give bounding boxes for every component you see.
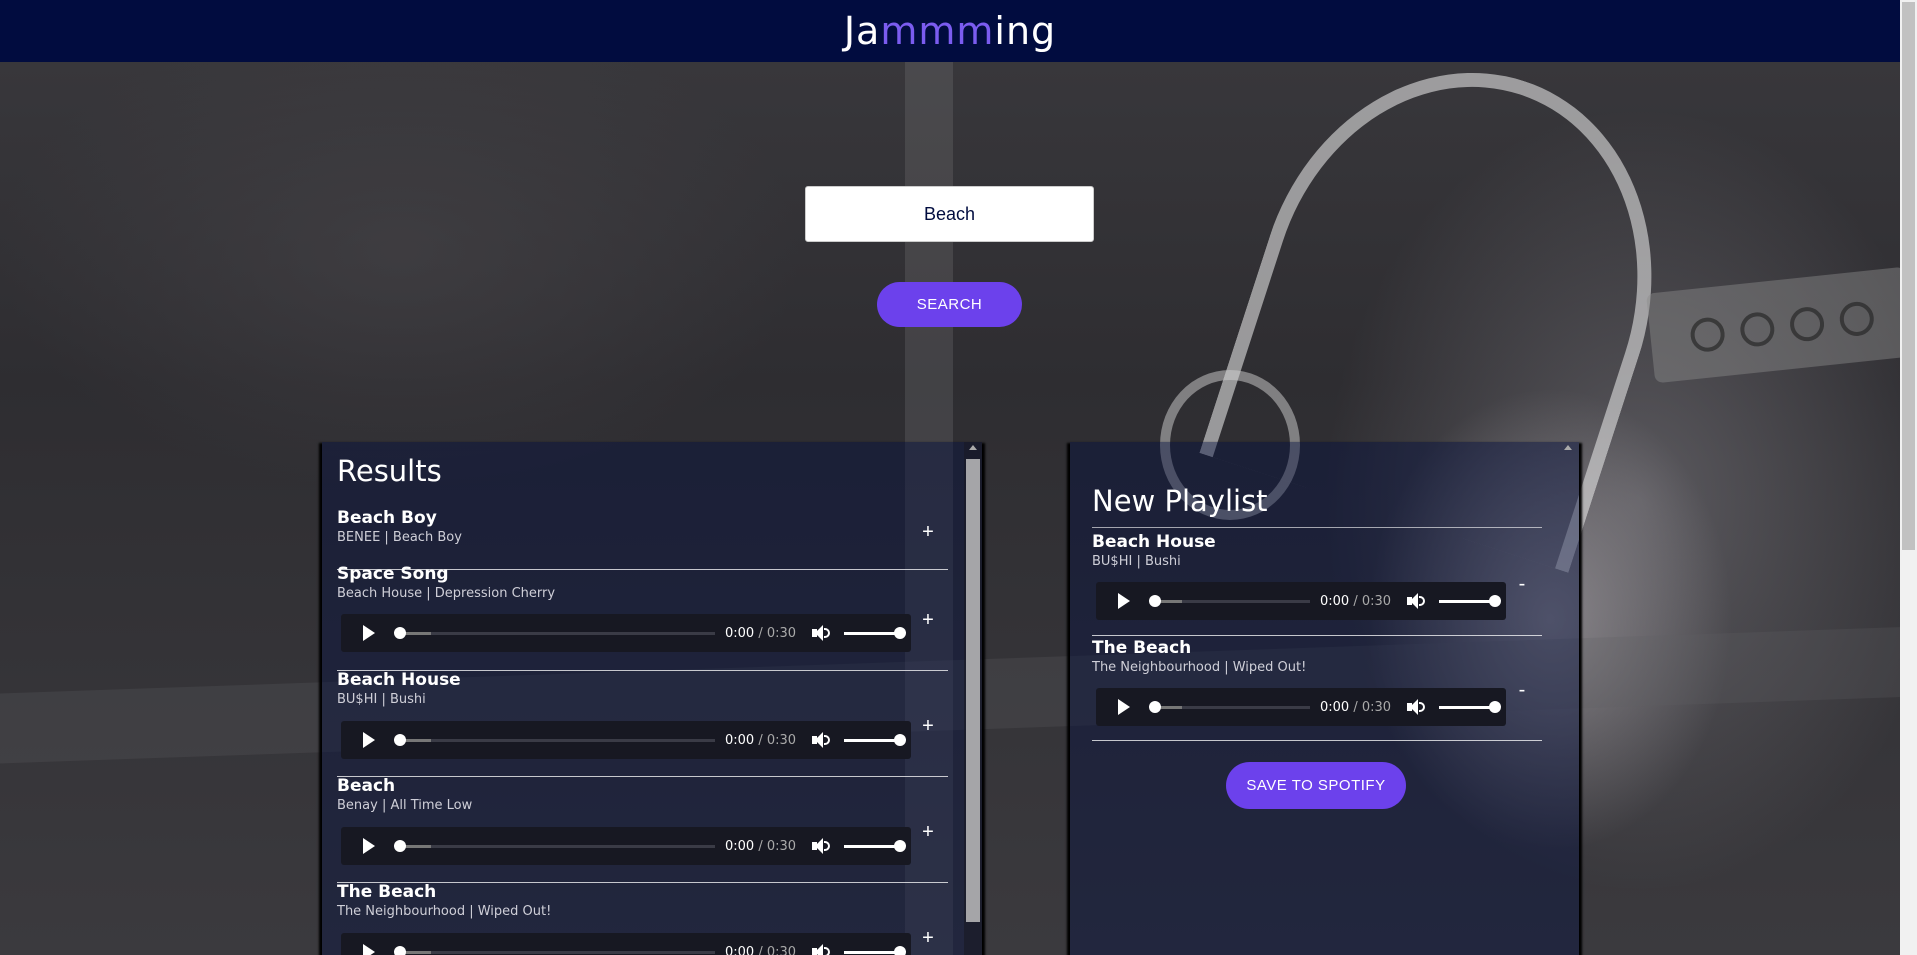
scroll-up-icon[interactable] <box>1564 445 1572 450</box>
track-name: Space Song <box>337 564 449 584</box>
audio-preview-player: 0:00 / 0:30 <box>341 933 911 955</box>
seek-slider[interactable] <box>1149 594 1310 607</box>
volume-icon[interactable] <box>1407 593 1426 609</box>
app-logo: Jammming <box>843 9 1057 53</box>
play-icon[interactable] <box>363 732 375 748</box>
playlist-title[interactable]: New Playlist <box>1092 484 1268 518</box>
volume-icon[interactable] <box>812 944 831 955</box>
volume-icon[interactable] <box>1407 699 1426 715</box>
page-scrollbar-thumb[interactable] <box>1902 2 1915 550</box>
track-name: The Beach <box>1092 638 1192 658</box>
search-input[interactable] <box>805 186 1094 242</box>
remove-track-button[interactable]: - <box>1512 574 1532 594</box>
track-info: BU$HI | Bushi <box>1092 554 1181 569</box>
scroll-up-icon[interactable] <box>969 445 977 450</box>
search-button[interactable]: SEARCH <box>877 282 1022 327</box>
volume-slider[interactable] <box>844 626 907 639</box>
volume-slider[interactable] <box>1439 594 1502 607</box>
add-track-button[interactable]: + <box>918 928 938 948</box>
volume-icon[interactable] <box>812 625 831 641</box>
time-display: 0:00 / 0:30 <box>1320 699 1392 715</box>
track-name: Beach <box>337 776 396 796</box>
playlist-panel: New Playlist Beach House BU$HI | Bushi -… <box>1070 442 1579 955</box>
audio-preview-player: 0:00 / 0:30 <box>341 827 911 865</box>
add-track-button[interactable]: + <box>918 716 938 736</box>
track-name: Beach House <box>1092 532 1216 552</box>
play-icon[interactable] <box>1118 593 1130 609</box>
result-track: Beach Benay | All Time Low + 0:00 / 0:30 <box>337 776 948 883</box>
play-icon[interactable] <box>363 944 375 955</box>
track-name: Beach House <box>337 670 461 690</box>
track-info: Beach House | Depression Cherry <box>337 586 556 601</box>
play-icon[interactable] <box>1118 699 1130 715</box>
playlist-track: Beach House BU$HI | Bushi - 0:00 / 0:30 <box>1092 532 1542 636</box>
page-scrollbar[interactable] <box>1900 0 1917 955</box>
playlist-track: The Beach The Neighbourhood | Wiped Out!… <box>1092 638 1542 741</box>
result-track: Beach Boy BENEE | Beach Boy + <box>337 508 948 570</box>
audio-preview-player: 0:00 / 0:30 <box>1096 582 1506 620</box>
seek-slider[interactable] <box>394 945 715 955</box>
play-icon[interactable] <box>363 625 375 641</box>
add-track-button[interactable]: + <box>918 610 938 630</box>
seek-slider[interactable] <box>394 626 715 639</box>
remove-track-button[interactable]: - <box>1512 680 1532 700</box>
track-info: The Neighbourhood | Wiped Out! <box>1092 660 1307 675</box>
result-track: Space Song Beach House | Depression Cher… <box>337 564 948 671</box>
divider <box>1092 527 1542 528</box>
result-track: Beach House BU$HI | Bushi + 0:00 / 0:30 <box>337 670 948 777</box>
seek-slider[interactable] <box>394 839 715 852</box>
volume-slider[interactable] <box>844 839 907 852</box>
time-display: 0:00 / 0:30 <box>725 625 797 641</box>
volume-icon[interactable] <box>812 732 831 748</box>
audio-preview-player: 0:00 / 0:30 <box>1096 688 1506 726</box>
results-scrollbar-thumb[interactable] <box>966 459 980 922</box>
time-display: 0:00 / 0:30 <box>725 732 797 748</box>
results-scrollbar[interactable] <box>964 442 982 955</box>
add-track-button[interactable]: + <box>918 522 938 542</box>
volume-slider[interactable] <box>844 945 907 955</box>
time-display: 0:00 / 0:30 <box>725 838 797 854</box>
time-display: 0:00 / 0:30 <box>1320 593 1392 609</box>
volume-slider[interactable] <box>844 733 907 746</box>
add-track-button[interactable]: + <box>918 822 938 842</box>
results-panel: Results Beach Boy BENEE | Beach Boy + Sp… <box>322 442 982 955</box>
track-info: Benay | All Time Low <box>337 798 473 813</box>
audio-preview-player: 0:00 / 0:30 <box>341 614 911 652</box>
time-display: 0:00 / 0:30 <box>725 944 797 955</box>
results-title: Results <box>337 454 442 488</box>
save-to-spotify-button[interactable]: SAVE TO SPOTIFY <box>1226 762 1406 809</box>
track-name: The Beach <box>337 882 437 902</box>
app-header: Jammming <box>0 0 1900 62</box>
volume-icon[interactable] <box>812 838 831 854</box>
volume-slider[interactable] <box>1439 700 1502 713</box>
track-info: BENEE | Beach Boy <box>337 530 462 545</box>
play-icon[interactable] <box>363 838 375 854</box>
result-track: The Beach The Neighbourhood | Wiped Out!… <box>337 882 948 955</box>
track-name: Beach Boy <box>337 508 437 528</box>
track-info: BU$HI | Bushi <box>337 692 426 707</box>
audio-preview-player: 0:00 / 0:30 <box>341 721 911 759</box>
track-info: The Neighbourhood | Wiped Out! <box>337 904 552 919</box>
seek-slider[interactable] <box>1149 700 1310 713</box>
seek-slider[interactable] <box>394 733 715 746</box>
